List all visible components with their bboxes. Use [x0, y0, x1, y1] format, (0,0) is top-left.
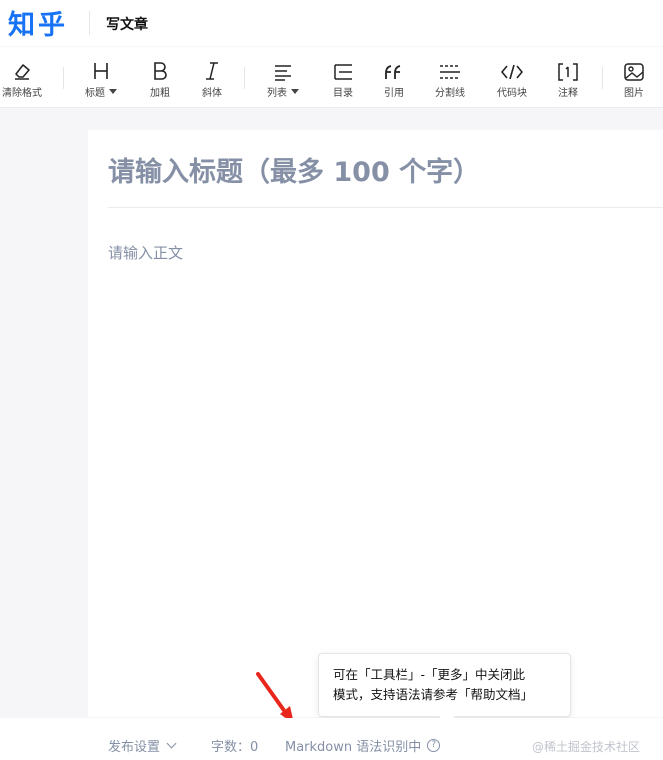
quote-button[interactable]: 引用: [380, 47, 408, 108]
footnote-icon: [558, 63, 578, 81]
markdown-status[interactable]: Markdown 语法识别中 ?: [285, 736, 441, 755]
italic-label: 斜体: [202, 88, 222, 99]
zhihu-logo[interactable]: 知乎: [8, 3, 68, 42]
image-icon: [624, 63, 644, 81]
toolbar-separator: [244, 67, 245, 89]
code-block-label: 代码块: [497, 88, 527, 99]
body-input[interactable]: 请输入正文: [108, 242, 183, 263]
toc-icon: [334, 64, 352, 80]
heading-icon: [94, 63, 108, 79]
list-button[interactable]: 列表: [262, 47, 304, 108]
markdown-status-label: Markdown 语法识别中: [285, 740, 422, 755]
list-icon: [275, 65, 291, 81]
image-label: 图片: [624, 88, 644, 99]
divider-button[interactable]: 分割线: [432, 47, 468, 108]
title-divider: [108, 207, 663, 208]
caret-down-icon: [291, 89, 299, 94]
publish-settings-label: 发布设置: [108, 740, 161, 755]
toc-label: 目录: [333, 88, 353, 99]
top-header: 知乎 写文章: [0, 0, 663, 46]
list-label: 列表: [267, 88, 287, 99]
bold-icon: [154, 62, 167, 80]
title-input[interactable]: 请输入标题（最多 100 个字）: [108, 150, 480, 189]
heading-button[interactable]: 标题: [80, 47, 122, 108]
eraser-icon: [15, 64, 30, 80]
image-button[interactable]: 图片: [620, 47, 648, 108]
watermark: @稀土掘金技术社区: [532, 740, 641, 754]
bottom-status-bar: 发布设置 字数：0 Markdown 语法识别中 ? @稀土掘金技术社区: [0, 718, 663, 760]
bold-button[interactable]: 加粗: [146, 47, 174, 108]
quote-icon: [385, 65, 401, 79]
word-count-value: 0: [250, 740, 259, 755]
markdown-tooltip: 可在「工具栏」-「更多」中关闭此 模式，支持语法请参考「帮助文档」: [318, 653, 571, 726]
bold-label: 加粗: [150, 88, 170, 99]
help-circle-icon[interactable]: ?: [427, 739, 441, 752]
tooltip-line-2: 模式，支持语法请参考「帮助文档」: [333, 687, 534, 702]
heading-label: 标题: [85, 88, 105, 99]
toc-button[interactable]: 目录: [329, 47, 357, 108]
italic-icon: [206, 62, 218, 80]
page-title: 写文章: [106, 17, 148, 33]
code-icon: [501, 64, 523, 80]
quote-label: 引用: [384, 88, 404, 99]
code-block-button[interactable]: 代码块: [494, 47, 530, 108]
italic-button[interactable]: 斜体: [198, 47, 226, 108]
clear-format-button[interactable]: 清除格式: [0, 47, 44, 108]
editor-toolbar: 清除格式 标题 加粗 斜体 列表 目录 引用 分割线 代码块 注释 图片: [0, 47, 663, 108]
editor-area: 请输入标题（最多 100 个字） 请输入正文: [88, 130, 663, 717]
footnote-label: 注释: [558, 88, 578, 99]
tooltip-line-1: 可在「工具栏」-「更多」中关闭此: [333, 667, 526, 682]
header-divider: [89, 11, 90, 35]
toolbar-separator: [602, 67, 603, 89]
word-count-label: 字数：: [211, 740, 251, 755]
publish-settings-button[interactable]: 发布设置: [108, 736, 177, 755]
chevron-down-icon: [166, 738, 177, 748]
word-count: 字数：0: [211, 736, 258, 755]
footnote-button[interactable]: 注释: [554, 47, 582, 108]
divider-icon: [440, 65, 460, 79]
toolbar-separator: [63, 67, 64, 89]
caret-down-icon: [109, 89, 117, 94]
clear-format-label: 清除格式: [2, 88, 42, 99]
divider-label: 分割线: [435, 88, 465, 99]
